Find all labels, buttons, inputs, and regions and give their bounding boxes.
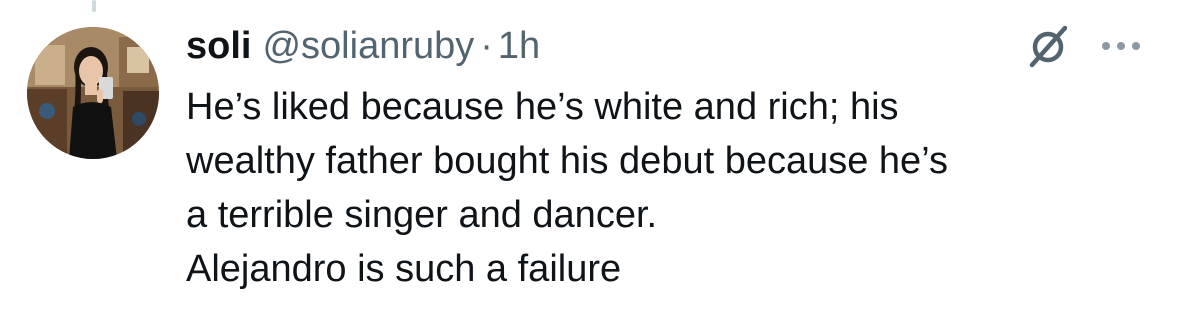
header-separator: · xyxy=(480,25,493,67)
grok-icon xyxy=(1029,25,1068,68)
thread-connector-line xyxy=(92,0,96,12)
avatar[interactable] xyxy=(27,27,159,159)
grok-button[interactable] xyxy=(1018,18,1078,74)
tweet-timestamp[interactable]: 1h xyxy=(498,22,540,70)
tweet-text-line: He’s liked because he’s white and rich; … xyxy=(186,86,899,128)
tweet-text-line: wealthy father bought his debut because … xyxy=(186,140,948,182)
more-horizontal-icon xyxy=(1102,42,1140,50)
tweet-text-line: Alejandro is such a failure xyxy=(186,248,622,290)
tweet-text-line: a terrible singer and dancer. xyxy=(186,194,658,236)
avatar-photo xyxy=(27,27,159,159)
author-handle[interactable]: @solianruby xyxy=(262,22,474,70)
tweet-text: He’s liked because he’s white and rich; … xyxy=(186,80,1146,296)
author-display-name[interactable]: soli xyxy=(186,22,251,70)
more-options-button[interactable] xyxy=(1098,28,1144,64)
tweet-header: soli @solianruby · 1h xyxy=(186,22,540,70)
